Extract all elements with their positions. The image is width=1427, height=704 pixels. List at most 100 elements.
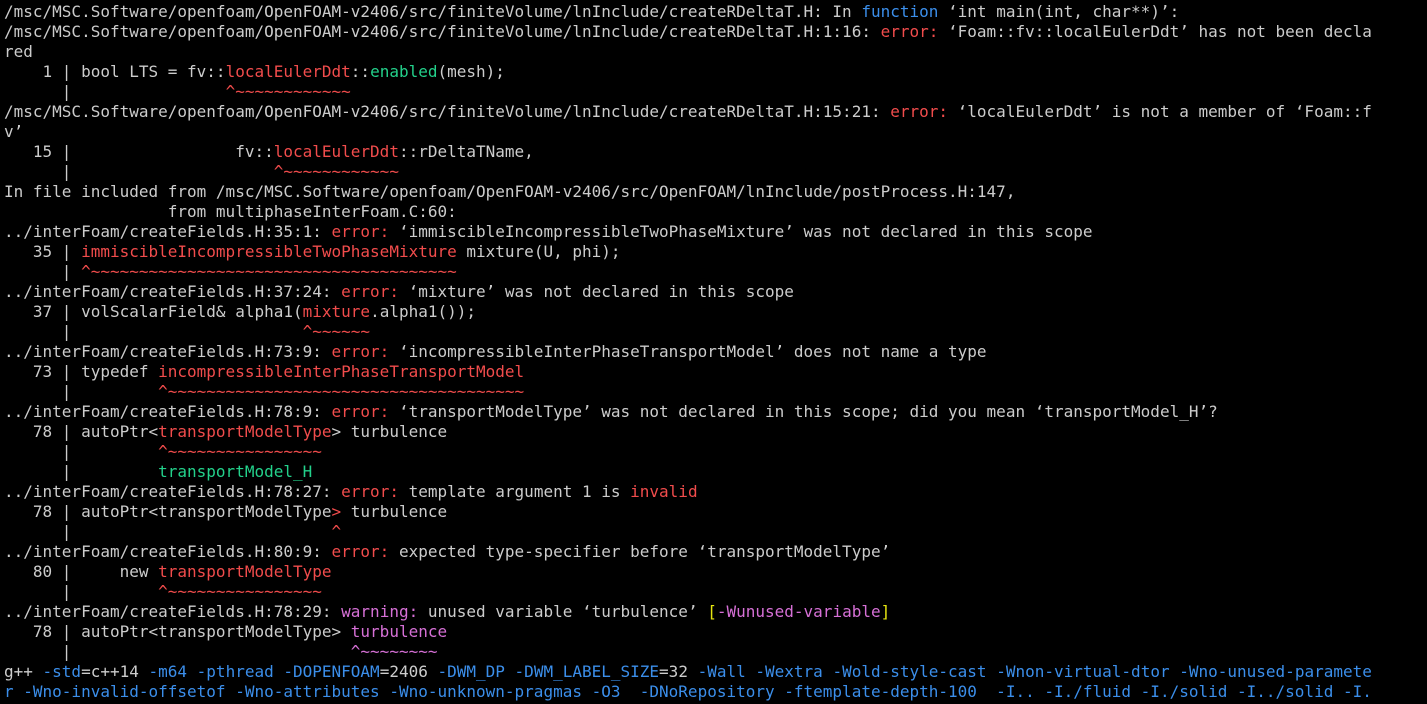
terminal-text-segment: error: (331, 222, 390, 241)
terminal-text-segment: 1 | bool LTS = fv:: (4, 62, 226, 81)
terminal-text-segment: red (4, 42, 33, 61)
terminal-output[interactable]: /msc/MSC.Software/openfoam/OpenFOAM-v240… (0, 0, 1427, 704)
terminal-text-segment: 37 | volScalarField& alpha1( (4, 302, 303, 321)
terminal-text-segment: ^~~~~~~~~~~~~ (225, 82, 351, 101)
terminal-text-segment: 78 | autoPtr< (4, 422, 159, 441)
terminal-text-segment: /msc/MSC.Software/openfoam/OpenFOAM-v240… (4, 22, 881, 41)
terminal-text-segment: localEulerDdt (225, 62, 351, 81)
terminal-line: v’ (0, 122, 1427, 142)
terminal-text-segment: (mesh); (437, 62, 505, 81)
terminal-text-segment: ‘mixture’ was not declared in this scope (398, 282, 794, 301)
terminal-line: ../interFoam/createFields.H:80:9: error:… (0, 542, 1427, 562)
terminal-text-segment: 78 | autoPtr<transportModelType> (4, 622, 351, 641)
terminal-text-segment: ../interFoam/createFields.H:78:29: (4, 602, 342, 621)
terminal-text-segment: ^~~~~~~ (302, 322, 371, 341)
terminal-text-segment: ^ (331, 522, 342, 541)
terminal-text-segment: ../interFoam/createFields.H:80:9: (4, 542, 332, 561)
terminal-line: | ^~~~~~~~~ (0, 642, 1427, 662)
terminal-text-segment: > turbulence (331, 422, 448, 441)
terminal-text-segment: error: (331, 342, 390, 361)
terminal-text-segment: ^~~~~~~~~~~~~~~~~~~~~~~~~~~~~~~~~~~~~~~ (81, 262, 457, 281)
terminal-text-segment: | (4, 442, 159, 461)
terminal-text-segment: | (4, 322, 303, 341)
terminal-line: ../interFoam/createFields.H:78:27: error… (0, 482, 1427, 502)
terminal-text-segment: ^~~~~~~~~~~~~~~~~ (158, 582, 322, 601)
terminal-line: 78 | autoPtr<transportModelType> turbule… (0, 422, 1427, 442)
terminal-text-segment: warning: (341, 602, 419, 621)
terminal-text-segment: -std (42, 662, 82, 681)
terminal-text-segment: =c++14 (81, 662, 149, 681)
terminal-text-segment: ^~~~~~~~~~~~~ (273, 162, 399, 181)
terminal-text-segment: [ (707, 602, 717, 621)
terminal-line: | ^ (0, 522, 1427, 542)
terminal-line: 80 | new transportModelType (0, 562, 1427, 582)
terminal-text-segment: r -Wno-invalid-offsetof -Wno-attributes … (4, 682, 1372, 701)
terminal-line: | ^~~~~~~~~~~~~~~~~~~~~~~~~~~~~~~~~~~~~~… (0, 262, 1427, 282)
terminal-line: ../interFoam/createFields.H:37:24: error… (0, 282, 1427, 302)
terminal-text-segment: incompressibleInterPhaseTransportModel (158, 362, 525, 381)
terminal-text-segment: | (4, 522, 332, 541)
terminal-text-segment: ../interFoam/createFields.H:73:9: (4, 342, 332, 361)
terminal-text-segment: ^~~~~~~~~~~~~~~~~ (158, 442, 322, 461)
terminal-text-segment: ::rDeltaTName, (398, 142, 534, 161)
terminal-text-segment: ../interFoam/createFields.H:35:1: (4, 222, 332, 241)
terminal-text-segment: =2406 (379, 662, 438, 681)
terminal-text-segment: ‘int main(int, char**)’: (938, 2, 1180, 21)
terminal-text-segment: mixture(U, phi); (456, 242, 621, 261)
terminal-text-segment: transportModelType (158, 422, 332, 441)
terminal-text-segment: | (4, 262, 82, 281)
terminal-text-segment: | (4, 382, 159, 401)
terminal-text-segment: 35 | (4, 242, 82, 261)
terminal-text-segment: ‘incompressibleInterPhaseTransportModel’… (389, 342, 987, 361)
terminal-line: 73 | typedef incompressibleInterPhaseTra… (0, 362, 1427, 382)
terminal-text-segment: template argument 1 is (398, 482, 631, 501)
terminal-text-segment: > (331, 502, 342, 521)
terminal-text-segment: | (4, 82, 226, 101)
terminal-text-segment: ] (880, 602, 891, 621)
terminal-text-segment: expected type-specifier before ‘transpor… (389, 542, 891, 561)
terminal-text-segment: 15 | fv:: (4, 142, 274, 161)
terminal-text-segment: error: (331, 402, 390, 421)
terminal-text-segment: v’ (4, 122, 24, 141)
terminal-text-segment: In file included from /msc/MSC.Software/… (4, 182, 1016, 201)
terminal-text-segment: /msc/MSC.Software/openfoam/OpenFOAM-v240… (4, 102, 891, 121)
terminal-text-segment: -m64 -pthread -DOPENFOAM (148, 662, 380, 681)
terminal-text-segment: mixture (302, 302, 371, 321)
terminal-line: 78 | autoPtr<transportModelType> turbule… (0, 502, 1427, 522)
terminal-text-segment: ../interFoam/createFields.H:78:9: (4, 402, 332, 421)
terminal-text-segment: 78 | autoPtr<transportModelType (4, 502, 332, 521)
terminal-text-segment: error: (890, 102, 949, 121)
terminal-text-segment: =32 (659, 662, 698, 681)
terminal-text-segment: localEulerDdt (273, 142, 399, 161)
terminal-text-segment: ^~~~~~~~~~~~~~~~~~~~~~~~~~~~~~~~~~~~~~ (158, 382, 525, 401)
terminal-text-segment: ‘localEulerDdt’ is not a member of ‘Foam… (948, 102, 1372, 121)
terminal-text-segment: 73 | typedef (4, 362, 159, 381)
terminal-text-segment: | (4, 162, 274, 181)
terminal-line: /msc/MSC.Software/openfoam/OpenFOAM-v240… (0, 22, 1427, 42)
terminal-text-segment: -DWM_DP -DWM_LABEL_SIZE (437, 662, 660, 681)
terminal-line: /msc/MSC.Software/openfoam/OpenFOAM-v240… (0, 102, 1427, 122)
terminal-line: red (0, 42, 1427, 62)
terminal-text-segment: ‘immiscibleIncompressibleTwoPhaseMixture… (389, 222, 1093, 241)
terminal-line: | ^~~~~~~~~~~~~~~~~ (0, 442, 1427, 462)
terminal-text-segment: turbulence (341, 502, 448, 521)
terminal-text-segment: immiscibleIncompressibleTwoPhaseMixture (81, 242, 457, 261)
terminal-text-segment: | (4, 582, 159, 601)
terminal-line: 78 | autoPtr<transportModelType> turbule… (0, 622, 1427, 642)
terminal-text-segment: | (4, 642, 351, 661)
terminal-text-segment: .alpha1()); (370, 302, 477, 321)
terminal-text-segment: invalid (630, 482, 698, 501)
terminal-line: | ^~~~~~~~~~~~~~~~~ (0, 582, 1427, 602)
terminal-text-segment: error: (880, 22, 939, 41)
terminal-text-segment: error: (341, 282, 399, 301)
terminal-text-segment: -Wall -Wextra -Wold-style-cast -Wnon-vir… (697, 662, 1372, 681)
terminal-text-segment: ../interFoam/createFields.H:37:24: (4, 282, 342, 301)
terminal-text-segment: | (4, 462, 159, 481)
terminal-line: /msc/MSC.Software/openfoam/OpenFOAM-v240… (0, 2, 1427, 22)
terminal-line: ../interFoam/createFields.H:35:1: error:… (0, 222, 1427, 242)
terminal-line: ../interFoam/createFields.H:73:9: error:… (0, 342, 1427, 362)
terminal-text-segment: function (861, 2, 939, 21)
terminal-line: In file included from /msc/MSC.Software/… (0, 182, 1427, 202)
terminal-text-segment: ^~~~~~~~~ (350, 642, 438, 661)
terminal-line: 1 | bool LTS = fv::localEulerDdt::enable… (0, 62, 1427, 82)
